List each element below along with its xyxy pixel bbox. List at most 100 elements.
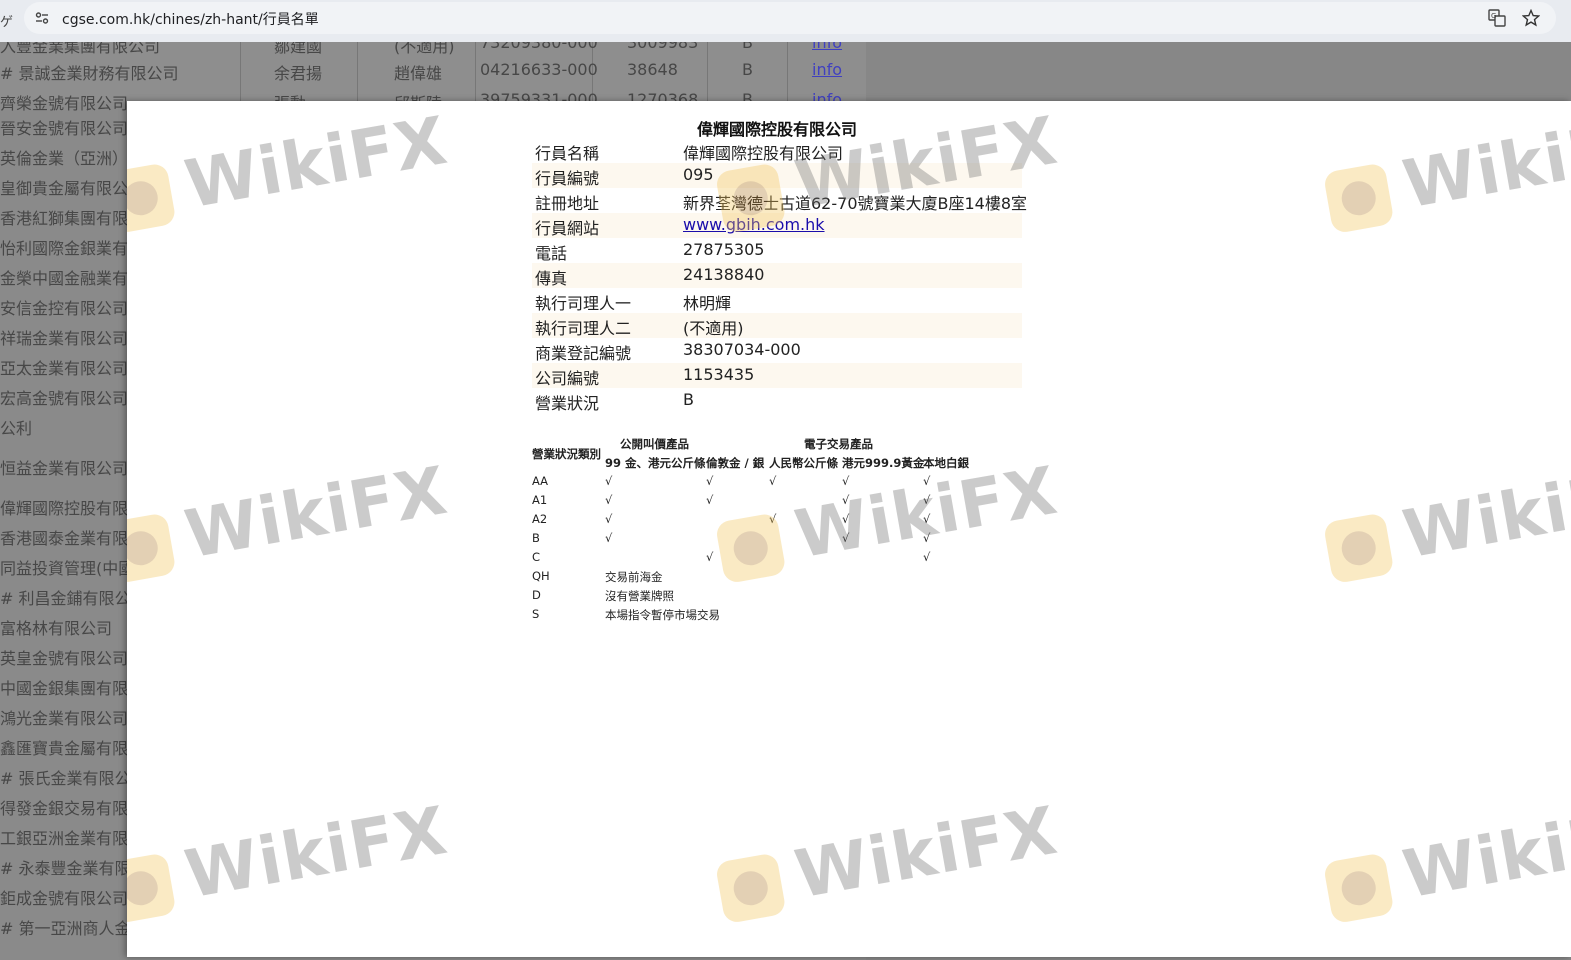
- url-text[interactable]: cgse.com.hk/chines/zh-hant/行員名單: [62, 9, 319, 29]
- watermark-text: WikiFX: [179, 101, 453, 224]
- site-settings-icon[interactable]: [35, 11, 49, 25]
- legend-code: C: [532, 550, 541, 564]
- watermark-text: WikiFX: [789, 791, 1063, 914]
- bookmark-star-icon[interactable]: [1522, 9, 1540, 27]
- background-list-item[interactable]: 英倫金業（亞洲）: [0, 140, 129, 170]
- wikifx-watermark: WikiFX: [1320, 101, 1571, 244]
- company-name: 英倫金業（亞洲）: [0, 149, 129, 168]
- business-status: B: [742, 60, 753, 79]
- legend-check-mark: √: [923, 474, 931, 488]
- company-name: 中國金銀集團有限: [0, 679, 129, 698]
- background-list-item[interactable]: 皇御貴金屬有限公: [0, 170, 128, 200]
- svg-text:G: G: [1491, 12, 1496, 20]
- business-registration: 04216633-000: [480, 60, 598, 79]
- business-status: B: [742, 42, 753, 52]
- company-number: 3009983: [627, 42, 699, 52]
- info-label: 行員網站: [535, 219, 600, 238]
- wikifx-logo-icon: [1322, 162, 1395, 235]
- legend-note: 交易前海金: [605, 570, 663, 584]
- background-list-item[interactable]: # 利昌金鋪有限公: [0, 580, 131, 610]
- info-row: 商業登記編號 38307034-000: [532, 338, 1022, 363]
- info-label: 電話: [535, 244, 568, 263]
- info-value: 新界荃灣德士古道62-70號寶業大廈B座14樓8室: [683, 194, 1028, 213]
- info-row: 行員編號 095: [532, 163, 1022, 188]
- info-value: 27875305: [683, 240, 765, 259]
- address-bar[interactable]: cgse.com.hk/chines/zh-hant/行員名單 G: [24, 2, 1556, 34]
- watermark-text: WikiFX: [1397, 451, 1571, 574]
- wikifx-logo-icon: [127, 162, 177, 235]
- background-list-item[interactable]: 得發金銀交易有限: [0, 790, 128, 820]
- legend-subheader: 人民幣公斤條: [769, 456, 838, 470]
- legend-subheader: 港元999.9黃金: [842, 456, 925, 470]
- info-label: 執行司理人一: [535, 294, 632, 313]
- background-list-item[interactable]: 怡利國際金銀業有: [0, 230, 128, 260]
- info-value: (不適用): [683, 319, 744, 338]
- background-list-item[interactable]: # 張氏金業有限公: [0, 760, 131, 790]
- info-value: 偉輝國際控股有限公司: [683, 144, 844, 163]
- legend-group-electronic: 電子交易產品: [804, 437, 873, 451]
- background-list-item[interactable]: 金榮中國金融業有: [0, 260, 128, 290]
- legend-check-mark: √: [605, 512, 613, 526]
- company-name: 工銀亞洲金業有限: [0, 829, 129, 848]
- company-name: 祥瑞金業有限公司: [0, 329, 129, 348]
- translate-icon[interactable]: G: [1488, 9, 1506, 27]
- wikifx-watermark: WikiFX: [1320, 448, 1571, 594]
- info-value: 林明輝: [683, 294, 732, 313]
- wikifx-watermark: WikiFX: [127, 788, 453, 934]
- background-list-item[interactable]: 安信金控有限公司: [0, 290, 129, 320]
- watermark-text: WikiFX: [179, 451, 453, 574]
- company-name: # 永泰豐金業有限: [0, 859, 131, 878]
- wikifx-watermark: WikiFX: [127, 101, 453, 244]
- background-list-item[interactable]: 亞太金業有限公司: [0, 350, 128, 380]
- info-label: 執行司理人二: [535, 319, 632, 338]
- background-list-item[interactable]: 富格林有限公司: [0, 610, 127, 640]
- info-value: 38307034-000: [683, 340, 801, 359]
- legend-check-mark: √: [842, 493, 850, 507]
- info-row: 營業狀況 B: [532, 388, 1022, 413]
- company-name: 公利: [0, 419, 33, 438]
- background-table-row: # 景誠金業財務有限公司 余君揚 趙偉雄 04216633-000 38648 Binfo: [0, 55, 866, 85]
- background-list-item[interactable]: 鴻光金業有限公司: [0, 700, 128, 730]
- background-list-item[interactable]: # 第一亞洲商人金: [0, 910, 131, 940]
- background-list-item[interactable]: 偉輝國際控股有限: [0, 490, 128, 520]
- website-link[interactable]: www.gbih.com.hk: [683, 215, 825, 234]
- background-list-item[interactable]: 祥瑞金業有限公司: [0, 320, 129, 350]
- legend-code: A2: [532, 512, 548, 526]
- info-row: 執行司理人二 (不適用): [532, 313, 1022, 338]
- legend-code: S: [532, 607, 540, 621]
- info-label: 商業登記編號: [535, 344, 632, 363]
- background-list-item[interactable]: 宏高金號有限公司: [0, 380, 128, 410]
- background-list-item[interactable]: # 永泰豐金業有限: [0, 850, 131, 880]
- background-list-item[interactable]: 同益投資管理(中國: [0, 550, 134, 580]
- info-link[interactable]: info: [812, 42, 842, 52]
- background-list-item[interactable]: 香港國泰金業有限: [0, 520, 128, 550]
- background-list-item[interactable]: 晉安金號有限公司: [0, 110, 128, 140]
- company-name: 英皇金號有限公司: [0, 649, 129, 668]
- background-list-item[interactable]: 工銀亞洲金業有限: [0, 820, 129, 850]
- background-list-item[interactable]: 英皇金號有限公司: [0, 640, 129, 670]
- background-list-item[interactable]: 恒益金業有限公司: [0, 450, 129, 480]
- wikifx-logo-icon: [714, 852, 787, 925]
- legend-code: A1: [532, 493, 548, 507]
- info-link[interactable]: info: [812, 60, 842, 79]
- background-list-item[interactable]: 香港紅獅集團有限: [0, 200, 128, 230]
- company-name: 安信金控有限公司: [0, 299, 129, 318]
- company-name: 鑫匯寶貴金屬有限: [0, 739, 129, 758]
- company-name: # 利昌金鋪有限公: [0, 589, 131, 608]
- legend-check-mark: √: [769, 474, 777, 488]
- background-list-item[interactable]: 鑫匯寶貴金屬有限: [0, 730, 129, 760]
- legend-check-mark: √: [923, 512, 931, 526]
- background-list-item[interactable]: 中國金銀集團有限: [0, 670, 129, 700]
- legend-check-mark: √: [605, 531, 613, 545]
- info-value: 095: [683, 165, 714, 184]
- company-name: 恒益金業有限公司: [0, 459, 129, 478]
- company-name: 同益投資管理(中國: [0, 559, 135, 578]
- background-list-item[interactable]: 鉅成金號有限公司: [0, 880, 128, 910]
- legend-subheader: 倫敦金 / 銀: [706, 456, 765, 470]
- legend-check-mark: √: [842, 531, 850, 545]
- info-value: B: [683, 390, 694, 409]
- wikifx-logo-icon: [127, 852, 177, 925]
- background-list-item[interactable]: 公利: [0, 410, 127, 440]
- wikifx-logo-icon: [1322, 852, 1395, 925]
- legend-code: QH: [532, 569, 550, 583]
